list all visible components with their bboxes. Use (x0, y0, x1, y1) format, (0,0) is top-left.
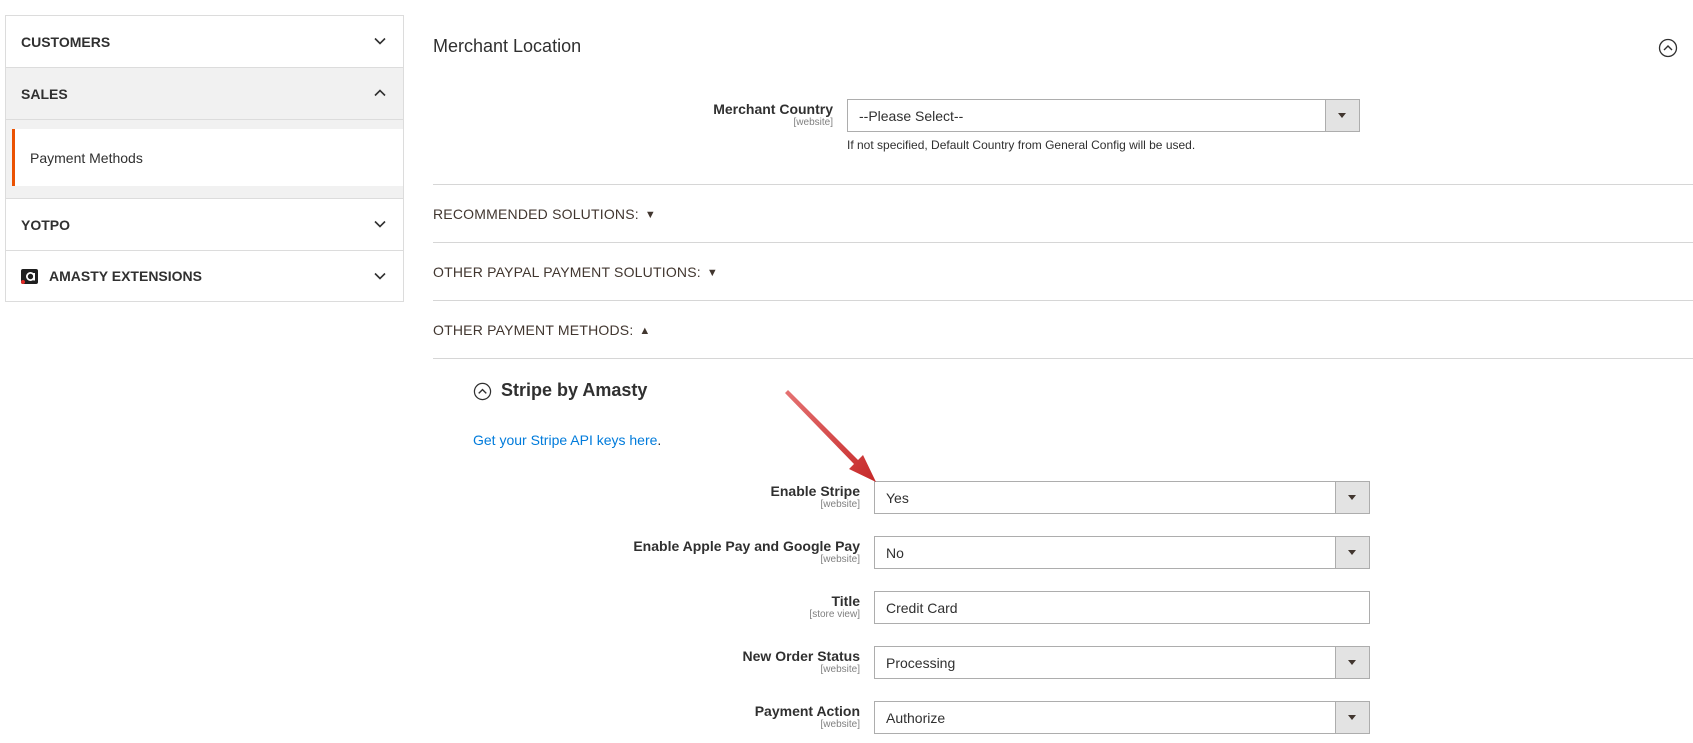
new-order-status-scope: [website] (820, 664, 860, 675)
enable-stripe-row: Enable Stripe [website] Yes (433, 481, 1370, 514)
merchant-country-note: If not specified, Default Country from G… (847, 138, 1196, 152)
merchant-country-select[interactable]: --Please Select-- (847, 99, 1360, 132)
sidebar-item-payment-methods[interactable]: Payment Methods (12, 129, 403, 186)
sidebar-tab-amasty-extensions[interactable]: AMASTY EXTENSIONS (5, 250, 404, 302)
dropdown-arrow-icon (1335, 702, 1369, 733)
merchant-location-title: Merchant Location (433, 36, 582, 56)
divider (433, 300, 1693, 301)
sidebar-tab-yotpo[interactable]: YOTPO (5, 198, 404, 250)
enable-stripe-scope: [website] (820, 499, 860, 510)
enable-applepay-select[interactable]: No (874, 536, 1370, 569)
dropdown-arrow-icon (1335, 647, 1369, 678)
chevron-down-icon (374, 37, 386, 45)
title-label: Title (831, 593, 860, 609)
sidebar-item-payment-methods-label: Payment Methods (30, 149, 143, 166)
sidebar-sales-submenu: Payment Methods (5, 119, 404, 198)
config-main: Merchant Location Merchant Country [webs… (433, 0, 1693, 743)
title-label-block: Title [store view] (433, 591, 860, 624)
enable-stripe-select[interactable]: Yes (874, 481, 1370, 514)
stripe-section-title: Stripe by Amasty (501, 380, 648, 400)
divider (433, 358, 1693, 359)
divider (433, 242, 1693, 243)
enable-applepay-label: Enable Apple Pay and Google Pay (633, 538, 860, 554)
config-sidebar: CUSTOMERS SALES Payment Methods YOTPO AM… (5, 15, 404, 302)
triangle-down-icon: ▼ (706, 267, 718, 279)
sidebar-tab-yotpo-label: YOTPO (21, 216, 71, 233)
payment-action-select[interactable]: Authorize (874, 701, 1370, 734)
stripe-api-keys-link-suffix: . (657, 432, 662, 448)
chevron-down-icon (374, 272, 386, 280)
new-order-status-label-block: New Order Status [website] (433, 646, 860, 679)
stripe-api-keys-link[interactable]: Get your Stripe API keys here. (473, 432, 661, 448)
title-input[interactable] (874, 591, 1370, 624)
dropdown-arrow-icon (1325, 100, 1359, 131)
new-order-status-value: Processing (886, 654, 956, 671)
merchant-country-scope: [website] (793, 117, 833, 128)
chevron-up-icon (374, 89, 386, 97)
payment-action-value: Authorize (886, 709, 946, 726)
payment-action-label: Payment Action (754, 703, 860, 719)
enable-applepay-label-block: Enable Apple Pay and Google Pay [website… (433, 536, 860, 569)
sidebar-tab-sales-label: SALES (21, 85, 68, 102)
merchant-country-row: Merchant Country [website] --Please Sele… (433, 99, 1360, 132)
title-row: Title [store view] (433, 591, 1370, 624)
enable-stripe-label: Enable Stripe (770, 483, 860, 499)
divider (433, 184, 1693, 185)
amasty-logo-icon (21, 268, 38, 284)
new-order-status-select[interactable]: Processing (874, 646, 1370, 679)
merchant-country-label-block: Merchant Country [website] (433, 99, 833, 132)
payment-action-label-block: Payment Action [website] (433, 701, 860, 734)
group-recommended-label: RECOMMENDED SOLUTIONS: (433, 206, 639, 222)
enable-stripe-value: Yes (886, 489, 909, 506)
payment-action-row: Payment Action [website] Authorize (433, 701, 1370, 734)
enable-applepay-scope: [website] (820, 554, 860, 565)
merchant-country-value: --Please Select-- (859, 107, 964, 124)
sidebar-tab-customers[interactable]: CUSTOMERS (5, 15, 404, 67)
enable-applepay-value: No (886, 544, 904, 561)
group-recommended-solutions[interactable]: RECOMMENDED SOLUTIONS: ▼ (433, 206, 656, 222)
sidebar-tab-customers-label: CUSTOMERS (21, 33, 111, 50)
group-other-methods-label: OTHER PAYMENT METHODS: (433, 322, 634, 338)
group-other-paypal-label: OTHER PAYPAL PAYMENT SOLUTIONS: (433, 264, 701, 280)
group-other-paypal-solutions[interactable]: OTHER PAYPAL PAYMENT SOLUTIONS: ▼ (433, 264, 718, 280)
title-scope: [store view] (809, 609, 860, 620)
triangle-up-icon: ▲ (639, 325, 651, 337)
stripe-api-keys-link-text: Get your Stripe API keys here (473, 432, 658, 448)
new-order-status-label: New Order Status (742, 648, 860, 664)
triangle-down-icon: ▼ (644, 209, 656, 221)
collapse-circle-icon[interactable] (473, 382, 492, 401)
sidebar-tab-amasty-label: AMASTY EXTENSIONS (49, 268, 202, 284)
sidebar-tab-sales[interactable]: SALES (5, 67, 404, 119)
group-other-payment-methods[interactable]: OTHER PAYMENT METHODS: ▲ (433, 322, 651, 338)
chevron-down-icon (374, 220, 386, 228)
enable-applepay-googlepay-row: Enable Apple Pay and Google Pay [website… (433, 536, 1370, 569)
dropdown-arrow-icon (1335, 537, 1369, 568)
payment-action-scope: [website] (820, 719, 860, 730)
collapse-circle-icon[interactable] (1658, 38, 1678, 58)
merchant-country-label: Merchant Country (713, 101, 833, 117)
enable-stripe-label-block: Enable Stripe [website] (433, 481, 860, 514)
dropdown-arrow-icon (1335, 482, 1369, 513)
new-order-status-row: New Order Status [website] Processing (433, 646, 1370, 679)
